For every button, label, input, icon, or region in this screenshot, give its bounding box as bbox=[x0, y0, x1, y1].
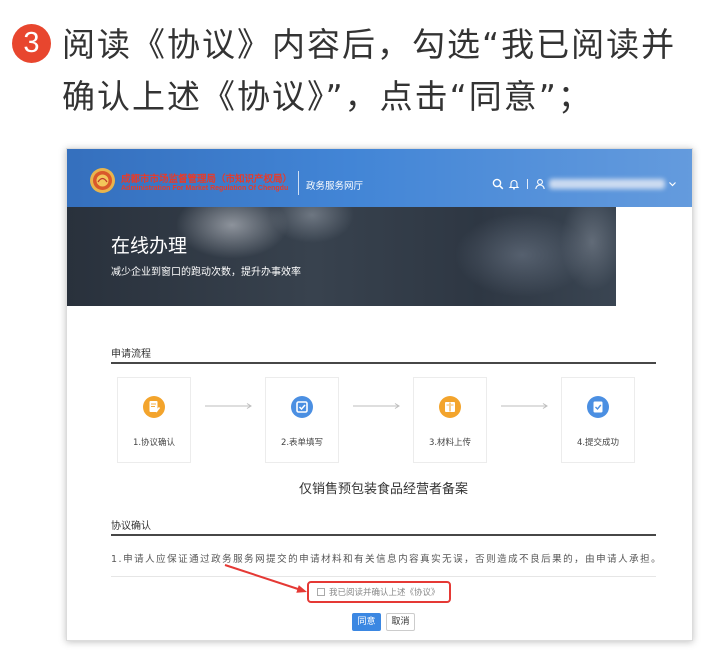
hero-banner: 在线办理 减少企业到窗口的跑动次数，提升办事效率 bbox=[67, 207, 616, 306]
agreement-heading: 协议确认 bbox=[111, 521, 151, 532]
process-step-2: 2.表单填写 bbox=[265, 377, 339, 463]
service-title: 仅销售预包装食品经营者备案 bbox=[298, 482, 468, 497]
process-step-label: 4.提交成功 bbox=[576, 438, 620, 448]
process-step-3: 3.材料上传 bbox=[413, 377, 487, 463]
annotation-arrow-shaft bbox=[224, 564, 299, 590]
portal-header: 成都市市场监督管理局（市知识产权局） Administration For Ma… bbox=[67, 149, 692, 207]
step-arrow-3 bbox=[501, 403, 548, 409]
document-check-icon bbox=[587, 396, 609, 418]
header-icon-divider bbox=[527, 179, 528, 189]
city-emblem-icon bbox=[90, 168, 115, 193]
step-arrow-2 bbox=[353, 403, 400, 409]
process-step-1: 1.协议确认 bbox=[117, 377, 191, 463]
user-icon[interactable] bbox=[534, 178, 546, 190]
process-step-label: 1.协议确认 bbox=[132, 438, 176, 448]
org-name-cn: 成都市市场监督管理局（市知识产权局） bbox=[121, 174, 293, 185]
header-divider bbox=[298, 171, 299, 195]
agree-checkbox[interactable] bbox=[317, 588, 325, 596]
username-redacted[interactable] bbox=[549, 179, 665, 189]
process-heading-underline bbox=[111, 362, 656, 364]
org-name-en: Administration For Market Regulation Of … bbox=[121, 185, 289, 192]
banner-title: 在线办理 bbox=[111, 235, 188, 257]
agreement-clause: 1.申请人应保证通过政务服务网提交的申请材料和有关信息内容真实无误，否则造成不良… bbox=[111, 554, 663, 565]
step-number-badge: 3 bbox=[12, 24, 51, 63]
bell-icon[interactable] bbox=[508, 178, 520, 190]
search-icon[interactable] bbox=[492, 178, 504, 190]
agreement-pen-icon bbox=[143, 396, 165, 418]
portal-screenshot: 成都市市场监督管理局（市知识产权局） Administration For Ma… bbox=[66, 148, 693, 641]
annotation-arrow-head bbox=[296, 585, 307, 593]
chevron-down-icon[interactable] bbox=[668, 178, 677, 190]
process-step-4: 4.提交成功 bbox=[561, 377, 635, 463]
step-arrow-1 bbox=[205, 403, 252, 409]
process-heading: 申请流程 bbox=[111, 349, 151, 360]
agreement-divider bbox=[111, 576, 656, 577]
portal-name[interactable]: 政务服务网厅 bbox=[306, 178, 363, 192]
agree-button[interactable]: 同意 bbox=[352, 613, 381, 631]
agreement-heading-underline bbox=[111, 534, 656, 536]
instruction-line-2: 确认上述《协议》”，点击“同意”； bbox=[62, 77, 593, 116]
process-step-label: 3.材料上传 bbox=[428, 438, 472, 448]
cancel-button[interactable]: 取消 bbox=[386, 613, 415, 631]
process-step-label: 2.表单填写 bbox=[280, 438, 324, 448]
agree-checkbox-label[interactable]: 我已阅读并确认上述《协议》 bbox=[329, 586, 440, 598]
book-upload-icon bbox=[439, 396, 461, 418]
instruction-line-1: 阅读《协议》内容后，勾选“我已阅读并 bbox=[62, 25, 677, 64]
form-edit-icon bbox=[291, 396, 313, 418]
banner-subtitle: 减少企业到窗口的跑动次数，提升办事效率 bbox=[111, 267, 301, 278]
